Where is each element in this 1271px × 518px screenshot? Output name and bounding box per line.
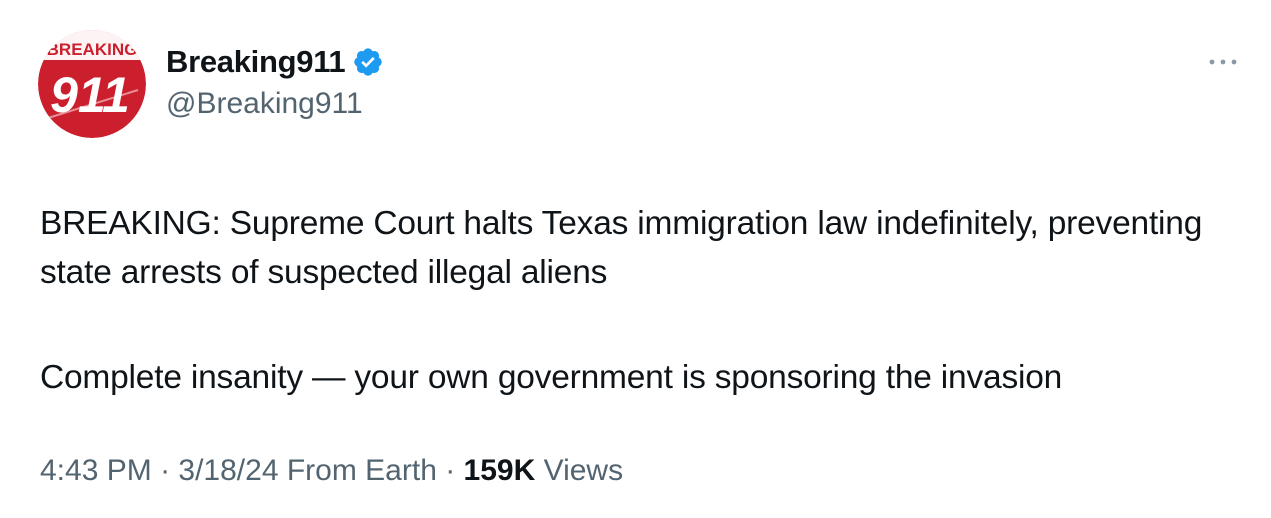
meta-separator: · bbox=[436, 454, 464, 487]
avatar[interactable]: BREAKING 911 bbox=[38, 30, 146, 138]
breaking911-logo-icon: BREAKING 911 bbox=[38, 30, 146, 138]
tweet-card: BREAKING 911 Breaking911 @Breaking911 BR… bbox=[0, 0, 1271, 518]
verified-badge-icon[interactable] bbox=[352, 46, 384, 78]
tweet-date[interactable]: 3/18/24 bbox=[178, 454, 278, 487]
tweet-paragraph-2: Complete insanity — your own government … bbox=[40, 359, 1063, 396]
views-count[interactable]: 159K bbox=[464, 454, 536, 487]
display-name[interactable]: Breaking911 bbox=[166, 44, 346, 80]
tweet-meta: 4:43 PM · 3/18/24 From Earth · 159K View… bbox=[40, 454, 623, 488]
tweet-source: From Earth bbox=[286, 454, 437, 487]
tweet-time[interactable]: 4:43 PM bbox=[40, 454, 152, 487]
views-label[interactable]: Views bbox=[544, 454, 623, 487]
svg-text:BREAKING: BREAKING bbox=[47, 40, 138, 59]
tweet-paragraph-1: BREAKING: Supreme Court halts Texas immi… bbox=[40, 205, 1203, 291]
more-horizontal-icon[interactable] bbox=[1205, 52, 1241, 72]
user-handle[interactable]: @Breaking911 bbox=[166, 87, 363, 121]
display-name-row[interactable]: Breaking911 bbox=[166, 42, 384, 82]
tweet-text: BREAKING: Supreme Court halts Texas immi… bbox=[40, 199, 1240, 402]
meta-separator: · bbox=[151, 454, 179, 487]
